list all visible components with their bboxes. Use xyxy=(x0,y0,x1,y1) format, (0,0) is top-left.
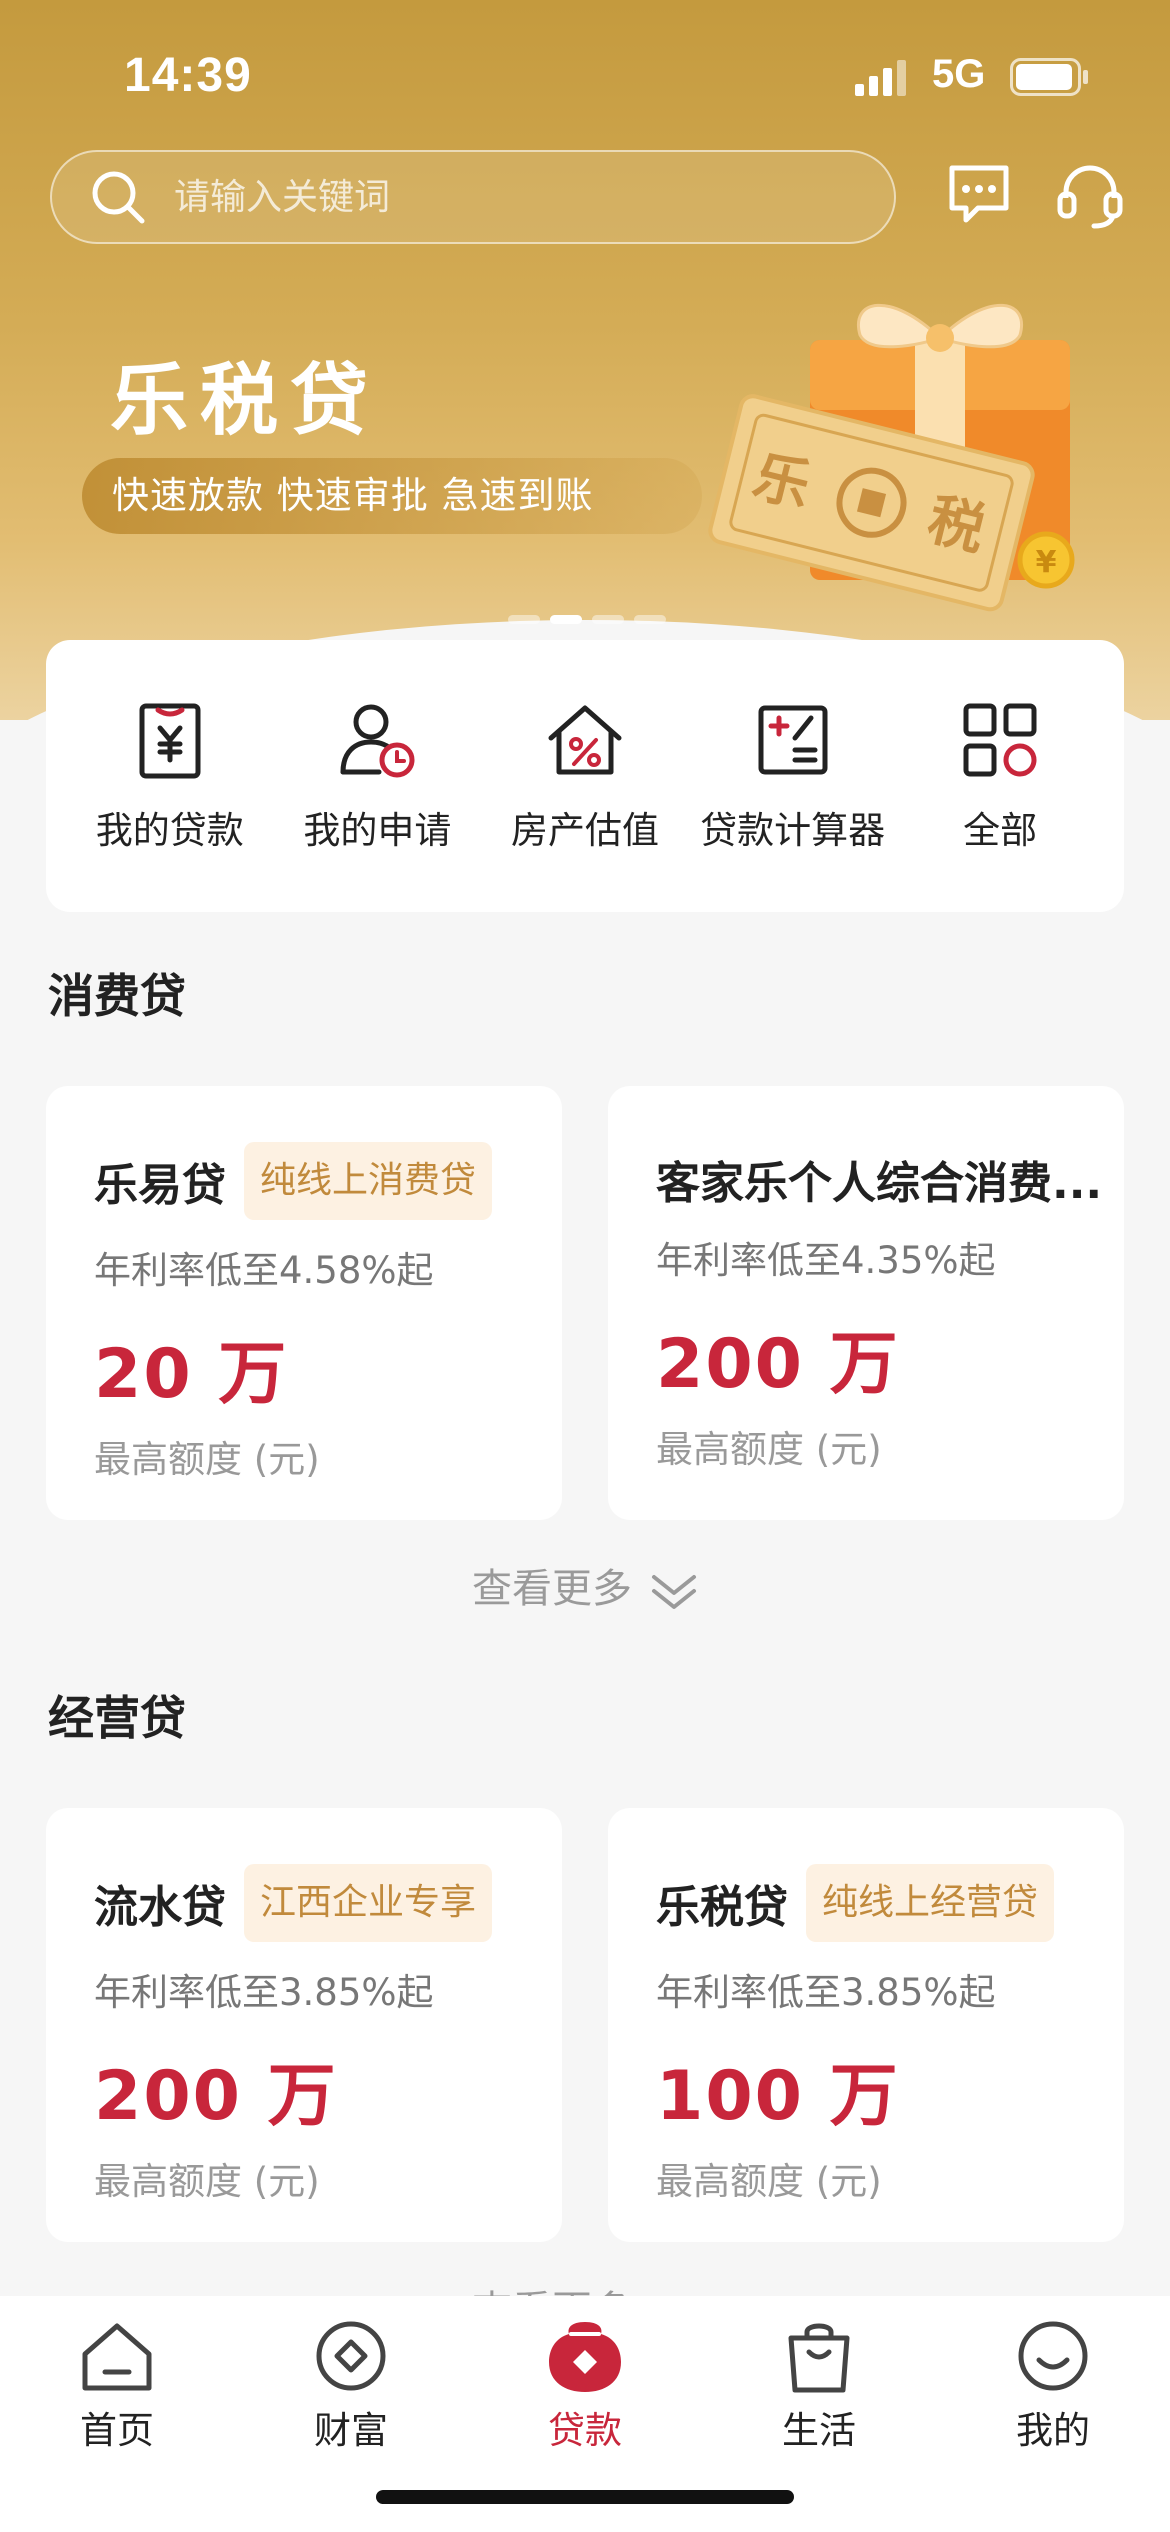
quick-action-label: 房产估值 xyxy=(510,809,659,852)
shopping-bag-icon xyxy=(788,2323,850,2393)
signal-icon xyxy=(855,60,906,96)
tab-label: 我的 xyxy=(1016,2409,1090,2452)
banner-subtitle: 快速放款 快速审批 急速到账 xyxy=(82,458,702,534)
quick-action-my-loans[interactable]: 我的贷款 xyxy=(70,698,270,854)
loan-card-business-1[interactable]: 流水贷 江西企业专享 年利率低至3.85%起 200 万 最高额度 (元) xyxy=(46,1808,562,2242)
quick-action-label: 全部 xyxy=(963,809,1038,852)
loan-tag: 纯线上经营贷 xyxy=(806,1864,1055,1942)
carousel-dot xyxy=(634,615,666,624)
loan-icon xyxy=(549,2322,621,2392)
quick-action-all[interactable]: 全部 xyxy=(900,698,1100,854)
see-more-label: 查看更多 xyxy=(472,1566,632,1612)
quick-action-loan-calculator[interactable]: 贷款计算器 xyxy=(693,698,893,854)
quick-action-property-valuation[interactable]: 房产估值 xyxy=(485,698,685,854)
see-more-consumer[interactable]: 查看更多 xyxy=(0,1556,1170,1614)
gift-money-illustration: 乐 税 ¥ xyxy=(708,303,1075,612)
wealth-icon xyxy=(316,2321,386,2391)
carousel-dot xyxy=(508,615,540,624)
loan-amount: 200 万 xyxy=(94,2057,338,2136)
quick-action-label: 我的贷款 xyxy=(95,809,244,852)
message-icon[interactable] xyxy=(944,160,1014,230)
home-icon xyxy=(82,2323,152,2391)
search-bar[interactable] xyxy=(50,150,896,244)
loan-rate: 年利率低至4.58%起 xyxy=(94,1249,434,1292)
tab-home[interactable]: 首页 xyxy=(27,2316,207,2532)
loan-amount-caption: 最高额度 (元) xyxy=(656,2160,882,2203)
loan-card-consumer-1[interactable]: 乐易贷 纯线上消费贷 年利率低至4.58%起 20 万 最高额度 (元) xyxy=(46,1086,562,1520)
loan-tag: 江西企业专享 xyxy=(244,1864,493,1942)
loan-tag: 纯线上消费贷 xyxy=(244,1142,493,1220)
tab-label: 首页 xyxy=(80,2409,154,2452)
user-clock-icon xyxy=(340,704,415,778)
search-icon xyxy=(92,171,145,224)
loan-amount-caption: 最高额度 (元) xyxy=(94,1438,320,1481)
section-title-consumer: 消费贷 xyxy=(48,969,186,1023)
tab-label: 财富 xyxy=(314,2409,388,2452)
loan-name: 乐税贷 xyxy=(656,1882,788,1933)
battery-icon xyxy=(1010,58,1088,96)
banner-title[interactable]: 乐税贷 xyxy=(110,338,380,450)
loan-name: 客家乐个人综合消费... xyxy=(656,1158,1103,1209)
coin-symbol: ¥ xyxy=(1036,545,1057,580)
loan-name: 乐易贷 xyxy=(94,1160,226,1211)
loan-rate: 年利率低至3.85%起 xyxy=(94,1971,434,2014)
loan-card-consumer-2[interactable]: 客家乐个人综合消费... 年利率低至4.35%起 200 万 最高额度 (元) xyxy=(608,1086,1124,1520)
network-type: 5G xyxy=(932,52,986,96)
carousel-dot xyxy=(592,615,624,624)
loan-rate: 年利率低至3.85%起 xyxy=(656,1971,996,2014)
status-bar: 14:39 5G xyxy=(0,0,1170,150)
loan-amount-caption: 最高额度 (元) xyxy=(94,2160,320,2203)
loan-amount: 20 万 xyxy=(94,1335,289,1414)
loan-rate: 年利率低至4.35%起 xyxy=(656,1239,996,1282)
section-title-business: 经营贷 xyxy=(48,1691,186,1745)
smile-icon xyxy=(1018,2321,1088,2391)
carousel-indicator xyxy=(508,615,666,624)
carousel-dot-active xyxy=(550,615,582,624)
search-input[interactable] xyxy=(174,176,774,218)
tab-me[interactable]: 我的 xyxy=(963,2316,1143,2532)
quick-action-label: 贷款计算器 xyxy=(700,809,886,852)
loan-amount: 100 万 xyxy=(656,2057,900,2136)
home-indicator xyxy=(376,2490,794,2504)
status-time: 14:39 xyxy=(124,49,252,102)
grid-all-icon xyxy=(963,703,1037,777)
quick-actions-card: 我的贷款 我的申请 房产估值 贷款计算器 全部 xyxy=(46,640,1124,912)
house-percent-icon xyxy=(548,705,622,775)
loan-yuan-icon xyxy=(139,703,201,779)
quick-action-my-applications[interactable]: 我的申请 xyxy=(277,698,477,854)
tab-label: 贷款 xyxy=(548,2409,622,2452)
loan-card-business-2[interactable]: 乐税贷 纯线上经营贷 年利率低至3.85%起 100 万 最高额度 (元) xyxy=(608,1808,1124,2242)
loan-name: 流水贷 xyxy=(94,1882,226,1933)
tab-label: 生活 xyxy=(782,2409,856,2452)
loan-amount-caption: 最高额度 (元) xyxy=(656,1428,882,1471)
quick-action-label: 我的申请 xyxy=(303,809,452,852)
chevron-down-icon xyxy=(652,1575,696,1609)
customer-service-icon[interactable] xyxy=(1054,160,1126,232)
loan-amount: 200 万 xyxy=(656,1325,900,1404)
calculator-icon xyxy=(758,705,828,775)
